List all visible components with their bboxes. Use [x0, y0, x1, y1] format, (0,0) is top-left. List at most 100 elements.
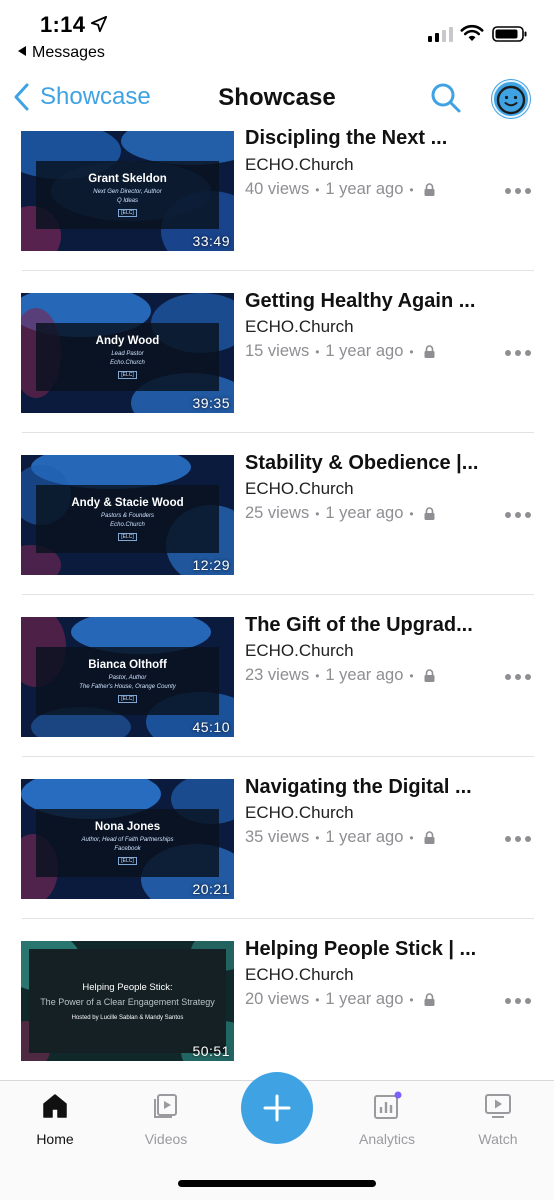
thumbnail-speaker: Nona Jones [94, 821, 161, 833]
view-count: 23 views [245, 666, 310, 684]
upload-age: 1 year ago [325, 342, 404, 360]
video-title[interactable]: Navigating the Digital ... [245, 776, 472, 799]
video-channel[interactable]: ECHO.Church [245, 641, 354, 661]
tab-analytics-label: Analytics [358, 1131, 416, 1147]
cellular-signal-icon [428, 26, 453, 42]
video-meta: 15 views • 1 year ago • [245, 342, 435, 361]
more-options-icon[interactable] [505, 186, 537, 196]
thumbnail-role: Pastors & Founders [100, 513, 155, 519]
divider [22, 432, 534, 433]
thumbnail-tag: [ELC] [118, 857, 137, 865]
video-thumbnail[interactable]: Bianca Olthoff Pastor, Author The Father… [21, 617, 234, 737]
lock-icon [424, 183, 435, 196]
video-meta: 25 views • 1 year ago • [245, 504, 435, 523]
thumbnail-role: Pastor, Author [108, 675, 147, 681]
location-arrow-icon [90, 15, 108, 33]
divider [22, 918, 534, 919]
tab-home-label: Home [36, 1131, 74, 1147]
videos-icon [154, 1094, 177, 1118]
video-duration: 12:29 [192, 557, 230, 573]
home-icon [43, 1094, 67, 1118]
divider [22, 756, 534, 757]
thumbnail-org: Echo.Church [110, 360, 145, 366]
video-title[interactable]: The Gift of the Upgrad... [245, 614, 473, 637]
video-duration: 45:10 [192, 719, 230, 735]
upload-age: 1 year ago [325, 180, 404, 198]
video-title[interactable]: Helping People Stick | ... [245, 938, 476, 961]
more-options-icon[interactable] [505, 834, 537, 844]
battery-icon [492, 26, 527, 42]
thumbnail-title: Helping People Stick: [82, 981, 173, 993]
video-thumbnail[interactable]: Nona Jones Author, Head of Faith Partner… [21, 779, 234, 899]
view-count: 35 views [245, 828, 310, 846]
video-thumbnail[interactable]: Grant Skeldon Next Gen Director, Author … [21, 131, 234, 251]
upload-age: 1 year ago [325, 666, 404, 684]
video-channel[interactable]: ECHO.Church [245, 479, 354, 499]
list-item[interactable]: Nona Jones Author, Head of Faith Partner… [0, 776, 554, 938]
wifi-icon [460, 24, 484, 41]
video-thumbnail[interactable]: Andy & Stacie Wood Pastors & Founders Ec… [21, 455, 234, 575]
list-item[interactable]: Andy & Stacie Wood Pastors & Founders Ec… [0, 452, 554, 614]
thumbnail-caption: Andy & Stacie Wood Pastors & Founders Ec… [36, 485, 219, 553]
more-options-icon[interactable] [505, 348, 537, 358]
video-channel[interactable]: ECHO.Church [245, 965, 354, 985]
search-icon[interactable] [430, 82, 462, 114]
video-channel[interactable]: ECHO.Church [245, 803, 354, 823]
lock-icon [424, 993, 435, 1006]
tab-videos[interactable]: Videos [126, 1091, 206, 1147]
more-options-icon[interactable] [505, 996, 537, 1006]
video-list[interactable]: Grant Skeldon Next Gen Director, Author … [0, 128, 554, 1080]
video-meta: 35 views • 1 year ago • [245, 828, 435, 847]
video-thumbnail[interactable]: Helping People Stick: The Power of a Cle… [21, 941, 234, 1061]
avatar[interactable] [491, 79, 531, 119]
video-title[interactable]: Getting Healthy Again ... [245, 290, 475, 313]
home-indicator[interactable] [178, 1180, 376, 1187]
video-duration: 39:35 [192, 395, 230, 411]
page-title: Showcase [218, 84, 336, 111]
list-item[interactable]: Helping People Stick: The Power of a Cle… [0, 938, 554, 1080]
video-thumbnail[interactable]: Andy Wood Lead Pastor Echo.Church [ELC] … [21, 293, 234, 413]
thumbnail-org: Q Ideas [116, 198, 138, 204]
watch-icon [485, 1094, 511, 1118]
add-video-button[interactable] [241, 1072, 313, 1144]
status-time: 1:14 [40, 12, 86, 37]
upload-age: 1 year ago [325, 990, 404, 1008]
thumbnail-org: Echo.Church [110, 522, 145, 528]
thumbnail-speaker: Bianca Olthoff [88, 659, 167, 671]
nav-bar: Showcase Showcase [0, 72, 554, 128]
video-channel[interactable]: ECHO.Church [245, 317, 354, 337]
tab-watch-label: Watch [478, 1131, 518, 1147]
more-options-icon[interactable] [505, 672, 537, 682]
thumbnail-tag: [ELC] [118, 209, 137, 217]
tab-analytics[interactable]: Analytics [347, 1091, 427, 1147]
thumbnail-speaker: Grant Skeldon [88, 173, 167, 185]
tab-watch[interactable]: Watch [458, 1091, 538, 1147]
status-bar: 1:14 Messages [0, 0, 554, 70]
view-count: 25 views [245, 504, 310, 522]
upload-age: 1 year ago [325, 828, 404, 846]
more-options-icon[interactable] [505, 510, 537, 520]
lock-icon [424, 345, 435, 358]
tab-videos-label: Videos [144, 1131, 188, 1147]
thumbnail-caption: Andy Wood Lead Pastor Echo.Church [ELC] [36, 323, 219, 391]
list-item[interactable]: Grant Skeldon Next Gen Director, Author … [0, 128, 554, 290]
divider [22, 594, 534, 595]
video-channel[interactable]: ECHO.Church [245, 155, 354, 175]
video-title[interactable]: Discipling the Next ... [245, 128, 447, 150]
tab-home[interactable]: Home [15, 1091, 95, 1147]
smiley-face-icon [492, 80, 530, 118]
thumbnail-tag: [ELC] [118, 371, 137, 379]
back-app-label: Messages [32, 44, 105, 61]
thumbnail-role: Author, Head of Faith Partnerships [81, 837, 174, 843]
thumbnail-caption: Bianca Olthoff Pastor, Author The Father… [36, 647, 219, 715]
video-title[interactable]: Stability & Obedience |... [245, 452, 478, 475]
video-meta: 23 views • 1 year ago • [245, 666, 435, 685]
thumbnail-subtitle: The Power of a Clear Engagement Strategy [40, 996, 215, 1007]
back-triangle-icon [18, 46, 26, 56]
back-to-app[interactable]: Messages [18, 44, 105, 62]
plus-icon [263, 1094, 291, 1122]
video-meta: 40 views • 1 year ago • [245, 180, 435, 199]
list-item[interactable]: Bianca Olthoff Pastor, Author The Father… [0, 614, 554, 776]
list-item[interactable]: Andy Wood Lead Pastor Echo.Church [ELC] … [0, 290, 554, 452]
video-duration: 20:21 [192, 881, 230, 897]
